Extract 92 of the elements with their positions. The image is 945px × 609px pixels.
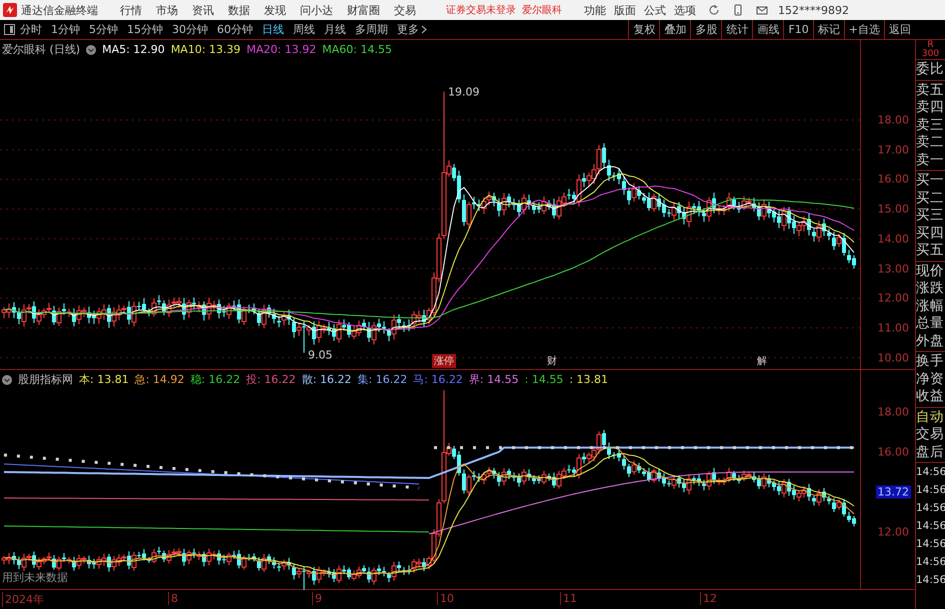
menu-item[interactable]: 资讯 bbox=[192, 2, 214, 18]
quote-label: 涨幅 bbox=[916, 298, 945, 315]
menu-item[interactable]: 财富圈 bbox=[347, 2, 380, 18]
high-price-label: 19.09 bbox=[448, 86, 480, 99]
indicator-axis-label: 18.00 bbox=[876, 406, 910, 418]
quote-label: 现价 bbox=[916, 262, 945, 280]
chart-title: 爱尔眼科 (日线) bbox=[2, 42, 80, 57]
period-tab[interactable]: 月线 bbox=[324, 22, 346, 37]
badge-letter: R bbox=[927, 40, 934, 50]
date-axis-label: 9 bbox=[312, 592, 322, 605]
menu-item[interactable]: 选项 bbox=[674, 2, 696, 18]
app-name: 通达信金融终端 bbox=[21, 2, 98, 18]
menu-item[interactable]: 公式 bbox=[644, 2, 666, 18]
period-tab[interactable]: 多周期 bbox=[355, 22, 388, 37]
stock-name: 爱尔眼科 bbox=[522, 4, 562, 17]
price-axis-label: 15.00 bbox=[876, 202, 910, 216]
indicator-axis-label: 12.00 bbox=[876, 526, 910, 538]
menu-item[interactable]: 交易 bbox=[394, 2, 416, 18]
quote-label: 买一 bbox=[916, 172, 945, 190]
indicator-value: : 14.55 bbox=[524, 373, 564, 386]
menu-item[interactable]: 发现 bbox=[264, 2, 286, 18]
period-tab[interactable]: 15分钟 bbox=[127, 22, 163, 37]
period-tab[interactable]: 周线 bbox=[293, 22, 315, 37]
moving-average-value: MA5: 12.90 bbox=[102, 43, 165, 56]
date-axis-label: 8 bbox=[168, 592, 178, 605]
indicator-value: 散: 16.22 bbox=[302, 372, 352, 387]
badge-number: 300 bbox=[922, 50, 940, 58]
quote-label: 卖四 bbox=[916, 99, 945, 116]
event-marker[interactable]: 解 bbox=[755, 354, 769, 368]
period-tab[interactable]: 60分钟 bbox=[217, 22, 253, 37]
low-price-label: 9.05 bbox=[308, 348, 332, 362]
menu-item[interactable]: 版面 bbox=[614, 2, 636, 18]
menu-item[interactable]: 数据 bbox=[228, 2, 250, 18]
moving-average-value: MA60: 14.55 bbox=[322, 43, 392, 56]
mode-tab[interactable]: 盘后 bbox=[916, 444, 945, 461]
indicator-value: : 13.81 bbox=[569, 373, 608, 386]
quote-label: 卖二 bbox=[916, 134, 945, 152]
event-marker[interactable]: 财 bbox=[545, 354, 559, 368]
period-tab[interactable]: 1分钟 bbox=[51, 22, 80, 37]
price-axis-label: 18.00 bbox=[876, 114, 910, 126]
mode-tab[interactable]: 自动 bbox=[916, 408, 945, 426]
current-value-label: 13.72 bbox=[876, 486, 911, 498]
period-tab[interactable]: 5分钟 bbox=[89, 22, 118, 37]
price-axis-label: 13.00 bbox=[876, 262, 910, 275]
account-number[interactable]: 152****9892 bbox=[778, 4, 849, 16]
indicator-value: 投: 16.22 bbox=[246, 372, 296, 387]
date-axis-label: 11 bbox=[560, 592, 577, 605]
period-tab[interactable]: 30分钟 bbox=[172, 22, 208, 37]
indicator-name: 股朋指标网 bbox=[18, 372, 73, 387]
quote-label: 总量 bbox=[916, 315, 945, 332]
future-data-note: 用到未来数据 bbox=[2, 570, 68, 585]
price-axis-label: 17.00 bbox=[876, 143, 910, 156]
login-notice[interactable]: 证券交易未登录 bbox=[446, 3, 516, 17]
quote-label: 卖一 bbox=[916, 152, 945, 169]
period-tab[interactable]: 分时 bbox=[20, 22, 42, 37]
quote-label: 收益 bbox=[916, 388, 945, 406]
indicator-value: 稳: 16.22 bbox=[190, 372, 240, 387]
menu-item[interactable]: 行情 bbox=[120, 2, 142, 18]
date-axis-label: 12 bbox=[700, 592, 717, 605]
price-axis-label: 11.00 bbox=[876, 321, 910, 334]
price-axis-label: 14.00 bbox=[876, 232, 910, 246]
date-axis-label: 10 bbox=[437, 592, 454, 605]
quote-label: 买三 bbox=[916, 207, 945, 224]
indicator-value: 集: 16.22 bbox=[358, 372, 408, 387]
menu-item[interactable]: 问小达 bbox=[300, 2, 333, 18]
quote-label: 净资 bbox=[916, 370, 945, 388]
indicator-value: 急: 14.92 bbox=[134, 372, 184, 387]
quote-label: 卖五 bbox=[916, 82, 945, 99]
quote-label: 卖三 bbox=[916, 116, 945, 134]
event-marker[interactable]: 涨停 bbox=[432, 354, 456, 368]
quote-label: 买四 bbox=[916, 224, 945, 242]
quote-label: 换手 bbox=[916, 353, 945, 370]
indicator-axis-label: 16.00 bbox=[876, 446, 910, 458]
quote-label: 委比 bbox=[916, 61, 945, 78]
quote-label: 外盘 bbox=[916, 332, 945, 350]
indicator-value: 本: 13.81 bbox=[79, 372, 129, 387]
date-axis-label: 2024年 bbox=[2, 592, 44, 607]
quote-label: 买五 bbox=[916, 242, 945, 260]
moving-average-value: MA20: 13.92 bbox=[246, 43, 316, 56]
indicator-value: 界: 14.55 bbox=[468, 372, 519, 387]
period-tab[interactable]: 日线 bbox=[262, 22, 284, 37]
menu-item[interactable]: 功能 bbox=[584, 2, 606, 18]
price-axis-label: 10.00 bbox=[876, 351, 910, 364]
quote-label: 涨跌 bbox=[916, 280, 945, 298]
indicator-value: 马: 16.22 bbox=[413, 372, 463, 387]
period-tab[interactable]: 更多 bbox=[397, 22, 427, 37]
menu-item[interactable]: 市场 bbox=[156, 2, 178, 18]
moving-average-value: MA10: 13.39 bbox=[170, 43, 241, 56]
quote-label: 买二 bbox=[916, 190, 945, 207]
mode-tab[interactable]: 交易 bbox=[916, 426, 945, 444]
price-axis-label: 16.00 bbox=[876, 172, 910, 186]
price-axis-label: 12.00 bbox=[876, 292, 910, 305]
